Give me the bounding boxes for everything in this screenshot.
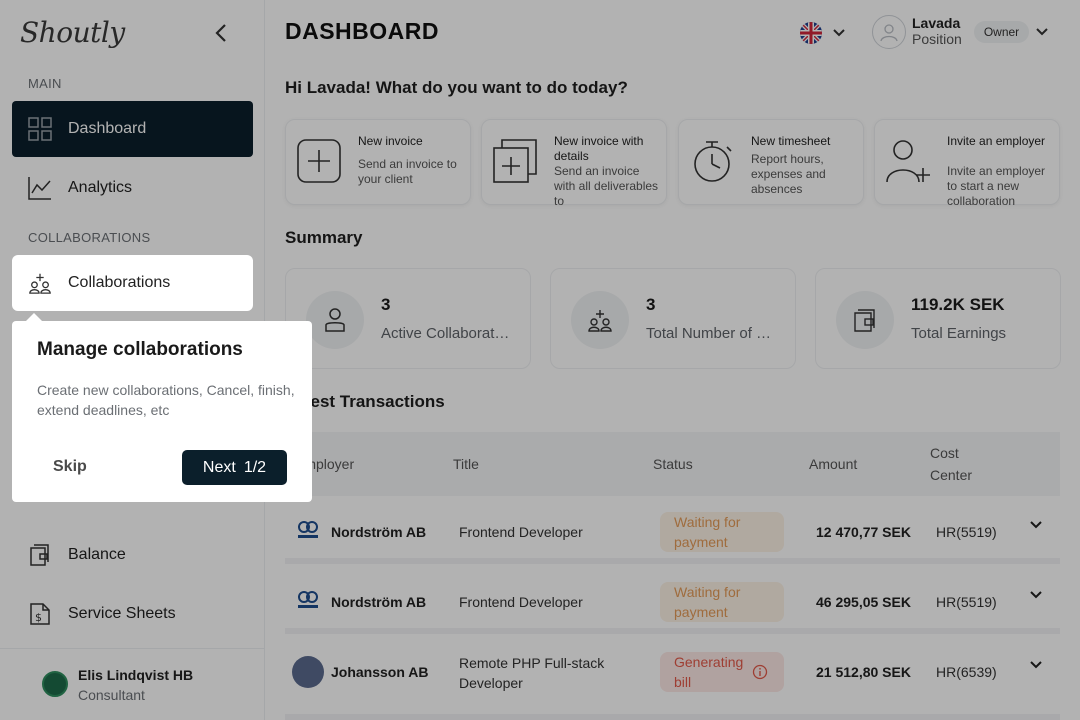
tooltip-arrow	[26, 313, 42, 321]
tooltip-body: Create new collaborations, Cancel, finis…	[37, 382, 295, 418]
skip-button[interactable]: Skip	[53, 458, 87, 476]
next-label: Next	[202, 458, 236, 476]
next-button[interactable]: Next 1/2	[182, 450, 287, 485]
sidebar-item-collaborations[interactable]: Collaborations	[12, 255, 253, 311]
step-counter: 1/2	[243, 458, 267, 476]
sidebar-item-label: Collaborations	[68, 274, 171, 291]
collaborations-icon	[28, 271, 52, 295]
tour-tooltip: Manage collaborations Create new collabo…	[12, 321, 312, 502]
tooltip-title: Manage collaborations	[37, 339, 243, 360]
